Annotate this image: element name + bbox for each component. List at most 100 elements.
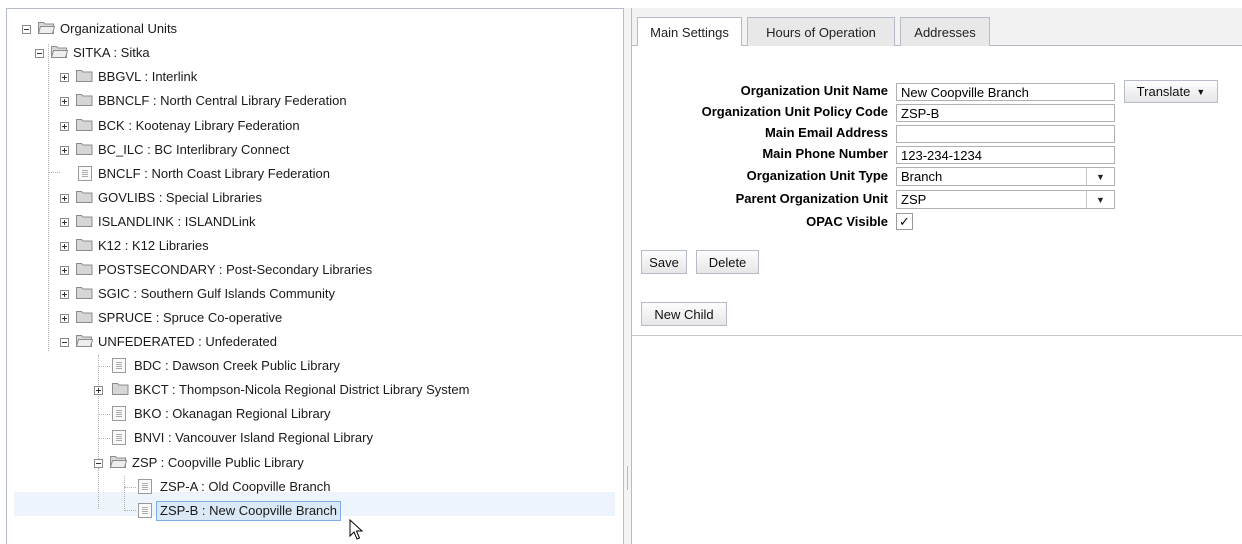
tree-node-label[interactable]: ISLANDLINK : ISLANDLink (98, 213, 256, 231)
expand-icon[interactable] (60, 146, 69, 155)
main-email-input[interactable] (896, 125, 1115, 143)
tree-node-label[interactable]: ZSP-A : Old Coopville Branch (160, 478, 331, 496)
org-unit-name-input[interactable] (896, 83, 1115, 101)
opac-visible-checkbox[interactable]: ✓ (896, 213, 913, 230)
tree-node-label[interactable]: BDC : Dawson Creek Public Library (134, 357, 340, 375)
select-value: ZSP (901, 192, 927, 207)
tree-node-label[interactable]: POSTSECONDARY : Post-Secondary Libraries (98, 261, 372, 279)
expand-icon[interactable] (60, 242, 69, 251)
folder-icon (76, 70, 93, 82)
document-icon (78, 166, 92, 181)
expand-icon[interactable] (60, 266, 69, 275)
main-phone-input[interactable] (896, 146, 1115, 164)
tree-node-label[interactable]: BKCT : Thompson-Nicola Regional District… (134, 381, 469, 399)
tree-connector (48, 44, 49, 351)
tree-connector (98, 366, 110, 367)
tree-node-label[interactable]: SITKA : Sitka (73, 44, 150, 62)
delete-label: Delete (708, 254, 747, 270)
tree-node-label[interactable]: BC_ILC : BC Interlibrary Connect (98, 141, 289, 159)
tree-connector (48, 172, 60, 173)
expand-icon[interactable] (60, 97, 69, 106)
chevron-down-icon[interactable]: ▼ (1086, 191, 1114, 208)
tree-connector (98, 438, 110, 439)
tab-addresses[interactable]: Addresses (900, 17, 990, 46)
collapse-icon[interactable] (35, 49, 44, 58)
tree-node-label[interactable]: Organizational Units (60, 20, 177, 38)
tree-connector (124, 510, 136, 511)
folder-icon (76, 191, 93, 203)
expand-icon[interactable] (60, 290, 69, 299)
tree-node-label[interactable]: BKO : Okanagan Regional Library (134, 405, 331, 423)
tab-main-settings[interactable]: Main Settings (637, 17, 742, 47)
folder-icon (112, 383, 129, 395)
tree-connector (124, 487, 136, 488)
tree-node-label[interactable]: UNFEDERATED : Unfederated (98, 333, 277, 351)
tab-label: Addresses (914, 24, 976, 40)
tree-node-label[interactable]: K12 : K12 Libraries (98, 237, 209, 255)
tree-node-label[interactable]: ZSP : Coopville Public Library (132, 454, 304, 472)
new-child-label: New Child (654, 306, 714, 322)
document-icon (112, 358, 126, 373)
tab-label: Main Settings (650, 25, 729, 40)
translate-label: Translate (1136, 84, 1191, 99)
folder-open-icon (51, 46, 68, 58)
save-button[interactable]: Save (641, 250, 687, 274)
chevron-down-icon: ▼ (1196, 86, 1206, 97)
checkmark-icon: ✓ (899, 213, 910, 229)
folder-icon (76, 239, 93, 251)
tree-connector (124, 476, 125, 509)
tree-node-label[interactable]: BBNCLF : North Central Library Federatio… (98, 92, 347, 110)
tree-node-label[interactable]: BBGVL : Interlink (98, 68, 197, 86)
tab-strip: Main Settings Hours of Operation Address… (632, 8, 1242, 47)
document-icon (112, 430, 126, 445)
save-label: Save (649, 254, 679, 270)
main-settings-form: Organization Unit Name Translate ▼ Organ… (632, 46, 1242, 336)
policy-code-label: Organization Unit Policy Code (701, 104, 888, 119)
tree-node-label[interactable]: SPRUCE : Spruce Co-operative (98, 309, 282, 327)
folder-icon (76, 94, 93, 106)
document-icon (112, 406, 126, 421)
tree-connector (98, 355, 99, 509)
document-icon (138, 503, 152, 518)
tree-node-label[interactable]: GOVLIBS : Special Libraries (98, 189, 262, 207)
main-email-label: Main Email Address (764, 125, 888, 140)
org-unit-detail-panel: Main Settings Hours of Operation Address… (632, 8, 1242, 544)
collapse-icon[interactable] (22, 25, 31, 34)
folder-icon (76, 287, 93, 299)
folder-open-icon (76, 335, 93, 347)
expand-icon[interactable] (60, 122, 69, 131)
folder-icon (76, 215, 93, 227)
folder-icon (76, 263, 93, 275)
folder-icon (76, 119, 93, 131)
chevron-down-icon[interactable]: ▼ (1086, 168, 1114, 185)
folder-icon (76, 311, 93, 323)
tree-node-label[interactable]: BCK : Kootenay Library Federation (98, 117, 300, 135)
new-child-button[interactable]: New Child (641, 302, 727, 326)
org-unit-type-select[interactable]: Branch ▼ (896, 167, 1115, 186)
tree-connector (98, 414, 110, 415)
delete-button[interactable]: Delete (696, 250, 759, 274)
tree-node-label[interactable]: ZSP-B : New Coopville Branch (156, 501, 342, 521)
opac-visible-label: OPAC Visible (806, 214, 888, 229)
tree-node-label[interactable]: BNVI : Vancouver Island Regional Library (134, 429, 373, 447)
collapse-icon[interactable] (94, 459, 103, 468)
tab-hours-of-operation[interactable]: Hours of Operation (747, 17, 895, 46)
splitter-grip[interactable] (627, 466, 628, 490)
expand-icon[interactable] (60, 314, 69, 323)
parent-org-unit-select[interactable]: ZSP ▼ (896, 190, 1115, 209)
folder-open-icon (110, 456, 127, 468)
org-unit-name-label: Organization Unit Name (740, 83, 888, 98)
expand-icon[interactable] (60, 194, 69, 203)
main-phone-label: Main Phone Number (762, 146, 888, 161)
expand-icon[interactable] (94, 386, 103, 395)
tree-node-label[interactable]: BNCLF : North Coast Library Federation (98, 165, 330, 183)
collapse-icon[interactable] (60, 338, 69, 347)
select-value: Branch (901, 169, 943, 184)
expand-icon[interactable] (60, 73, 69, 82)
tree-node-label[interactable]: SGIC : Southern Gulf Islands Community (98, 285, 335, 303)
folder-icon (76, 143, 93, 155)
panel-splitter[interactable] (624, 8, 632, 544)
translate-button[interactable]: Translate ▼ (1124, 80, 1218, 103)
policy-code-input[interactable] (896, 104, 1115, 122)
expand-icon[interactable] (60, 218, 69, 227)
